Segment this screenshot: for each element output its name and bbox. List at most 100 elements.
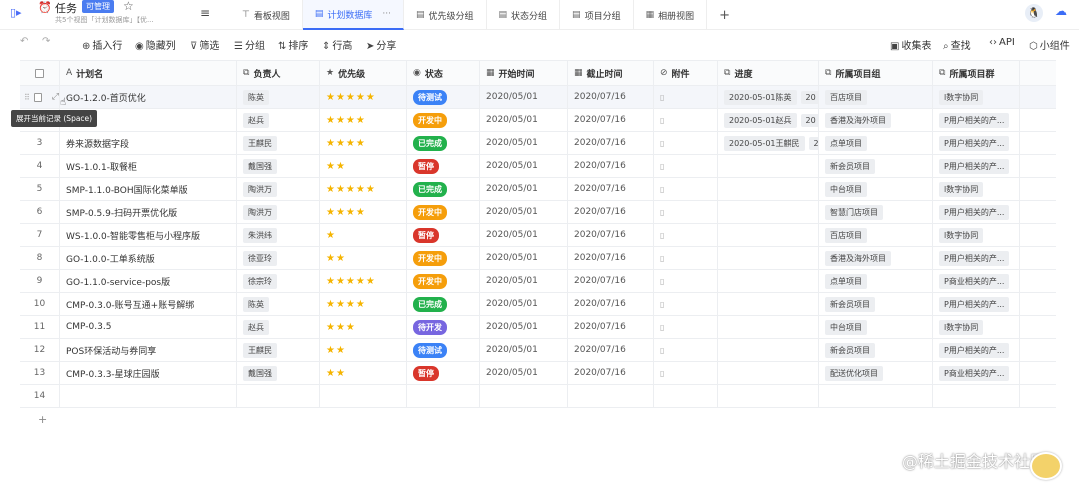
status-cell[interactable]: 暂停 [407, 155, 480, 177]
table-row[interactable]: 2...版赵兵★★★★开发中2020/05/012020/07/16▯2020-… [20, 109, 1056, 132]
column-header-project[interactable]: ⧉ 所属项目组 [819, 61, 933, 85]
start-date-cell[interactable]: 2020/05/01 [480, 155, 568, 177]
more-icon[interactable]: ··· [382, 9, 391, 19]
project-cell[interactable]: 香港及海外项目 [819, 247, 933, 269]
row-index-cell[interactable]: 3 [20, 132, 60, 154]
row-index-cell[interactable]: 10 [20, 293, 60, 315]
row-height-button[interactable]: ⇕ 行高 [322, 37, 352, 52]
tab-2[interactable]: ▤ 优先级分组 [404, 0, 487, 30]
project-cell[interactable]: 新会员项目 [819, 155, 933, 177]
undo-icon[interactable]: ↶ [20, 36, 28, 47]
insert-row-button[interactable]: ⊕ 插入行 [82, 37, 122, 52]
end-date-cell[interactable]: 2020/07/16 [568, 86, 654, 108]
status-cell[interactable]: 待开发 [407, 316, 480, 338]
table-row[interactable]: 11 CMP-0.3.5 赵兵 ★★★ 待开发 2020/05/01 2020/07/16 ▯… [20, 316, 1056, 339]
tab-4[interactable]: ▤ 项目分组 [560, 0, 634, 30]
progress-cell[interactable] [718, 362, 819, 384]
priority-cell[interactable]: ★★★★ [320, 293, 407, 315]
priority-cell[interactable] [320, 385, 407, 407]
end-date-cell[interactable]: 2020/07/16 [568, 316, 654, 338]
project-cell[interactable]: 新会员项目 [819, 339, 933, 361]
owner-cell[interactable]: 朱洪纬 [237, 224, 320, 246]
owner-cell[interactable]: 戴国强 [237, 155, 320, 177]
progress-cell[interactable]: 2020-05-01赵兵 20 [718, 109, 819, 131]
group-cell[interactable]: l数字协同 [933, 178, 1020, 200]
progress-cell[interactable] [718, 270, 819, 292]
end-date-cell[interactable]: 2020/07/16 [568, 362, 654, 384]
add-view-button[interactable]: + [707, 0, 742, 30]
owner-cell[interactable]: 徐宗玲 [237, 270, 320, 292]
priority-cell[interactable]: ★★★★ [320, 201, 407, 223]
owner-cell[interactable]: 陈英 [237, 293, 320, 315]
project-cell[interactable]: 中台项目 [819, 316, 933, 338]
widget-button[interactable]: ⬡ 小组件 [1029, 37, 1070, 52]
plan-name-cell[interactable]: SMP-1.1.0-BOH国际化菜单版 [60, 178, 237, 200]
row-index-cell[interactable]: 4 [20, 155, 60, 177]
end-date-cell[interactable]: 2020/07/16 [568, 224, 654, 246]
sidebar-toggle-icon[interactable]: ▯▸ [10, 6, 22, 19]
end-date-cell[interactable]: 2020/07/16 [568, 293, 654, 315]
tab-5[interactable]: ▦ 相册视图 [634, 0, 708, 30]
end-date-cell[interactable]: 2020/07/16 [568, 109, 654, 131]
hide-column-button[interactable]: ◉ 隐藏列 [135, 37, 176, 52]
group-cell[interactable]: P商业相关的产... [933, 362, 1020, 384]
app-title[interactable]: 任务 [55, 0, 77, 16]
attachment-cell[interactable]: ▯ [654, 155, 718, 177]
select-all-checkbox[interactable] [35, 68, 44, 78]
status-cell[interactable]: 已完成 [407, 293, 480, 315]
progress-cell[interactable]: 2020-05-01陈英 20 [718, 86, 819, 108]
priority-cell[interactable]: ★★ [320, 362, 407, 384]
cloud-icon[interactable]: ☁ [1055, 4, 1067, 18]
plan-name-cell[interactable] [60, 385, 237, 407]
end-date-cell[interactable]: 2020/07/16 [568, 132, 654, 154]
owner-cell[interactable]: 王麒民 [237, 339, 320, 361]
status-cell[interactable]: 已完成 [407, 132, 480, 154]
column-header-group[interactable]: ⧉ 所属项目群 [933, 61, 1020, 85]
table-row[interactable]: 8 GO-1.0.0-工单系统版 徐亚玲 ★★ 开发中 2020/05/01 2020/07… [20, 247, 1056, 270]
owner-cell[interactable]: 王麒民 [237, 132, 320, 154]
group-cell[interactable]: P用户相关的产... [933, 155, 1020, 177]
attachment-cell[interactable]: ▯ [654, 201, 718, 223]
project-cell[interactable]: 智慧门店项目 [819, 201, 933, 223]
group-cell[interactable]: P用户相关的产... [933, 247, 1020, 269]
table-row[interactable]: 5 SMP-1.1.0-BOH国际化菜单版 陶洪万 ★★★★★ 已完成 2020/05/0… [20, 178, 1056, 201]
column-header-owner[interactable]: ⧉ 负责人 [237, 61, 320, 85]
add-row-button[interactable]: + [20, 408, 1056, 430]
status-cell[interactable]: 开发中 [407, 201, 480, 223]
start-date-cell[interactable]: 2020/05/01 [480, 339, 568, 361]
status-cell[interactable]: 暂停 [407, 224, 480, 246]
status-cell[interactable] [407, 385, 480, 407]
end-date-cell[interactable]: 2020/07/16 [568, 178, 654, 200]
progress-cell[interactable] [718, 385, 819, 407]
tab-0[interactable]: ⊤ 看板视图 [230, 0, 303, 30]
end-date-cell[interactable] [568, 385, 654, 407]
attachment-cell[interactable]: ▯ [654, 132, 718, 154]
project-cell[interactable]: 百店项目 [819, 86, 933, 108]
plan-name-cell[interactable]: POS环保活动与券同享 [60, 339, 237, 361]
group-cell[interactable]: P商业相关的产... [933, 270, 1020, 292]
priority-cell[interactable]: ★ [320, 224, 407, 246]
expand-record-icon[interactable]: ⤢ [52, 92, 59, 102]
start-date-cell[interactable]: 2020/05/01 [480, 362, 568, 384]
filter-button[interactable]: ⊽ 筛选 [190, 37, 219, 52]
project-cell[interactable]: 点单项目 [819, 132, 933, 154]
group-cell[interactable]: l数字协同 [933, 86, 1020, 108]
attachment-cell[interactable]: ▯ [654, 362, 718, 384]
row-index-cell[interactable]: 11 [20, 316, 60, 338]
priority-cell[interactable]: ★★★★ [320, 109, 407, 131]
start-date-cell[interactable]: 2020/05/01 [480, 109, 568, 131]
attachment-cell[interactable]: ▯ [654, 109, 718, 131]
status-cell[interactable]: 暂停 [407, 362, 480, 384]
end-date-cell[interactable]: 2020/07/16 [568, 155, 654, 177]
table-row[interactable]: 6 SMP-0.5.9-扫码开票优化版 陶洪万 ★★★★ 开发中 2020/05/01 20… [20, 201, 1056, 224]
priority-cell[interactable]: ★★★★★ [320, 270, 407, 292]
owner-cell[interactable] [237, 385, 320, 407]
attachment-cell[interactable]: ▯ [654, 339, 718, 361]
row-checkbox[interactable] [33, 92, 42, 102]
project-cell[interactable]: 点单项目 [819, 270, 933, 292]
drag-handle-icon[interactable]: ⠿ [24, 93, 30, 102]
progress-cell[interactable] [718, 224, 819, 246]
tab-1[interactable]: ▤ 计划数据库 ··· [302, 0, 404, 30]
row-index-cell[interactable]: 5 [20, 178, 60, 200]
avatar[interactable]: 🐧 [1025, 4, 1043, 22]
